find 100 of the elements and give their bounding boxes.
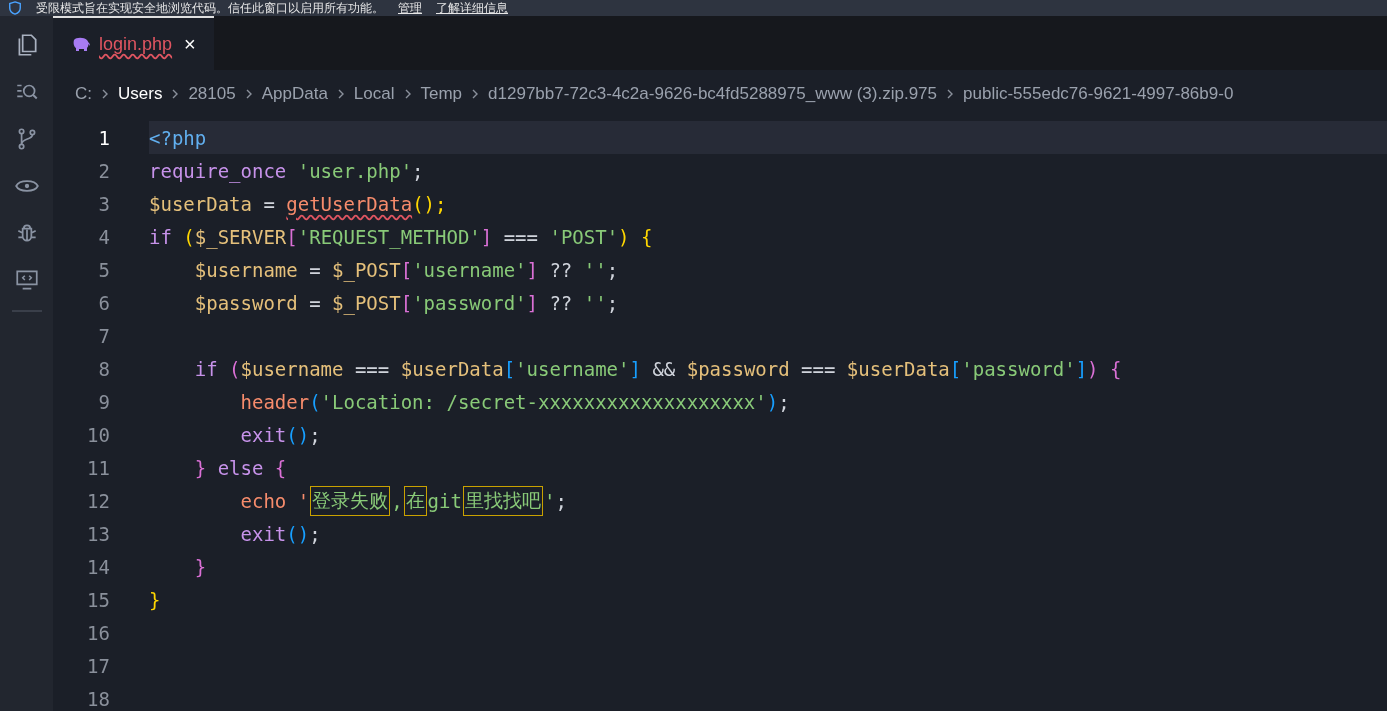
code-token: = <box>308 258 322 281</box>
code-token: else <box>217 456 265 479</box>
code-token: ; <box>309 522 321 545</box>
code-token: 'POST' <box>549 225 619 248</box>
code-token: 'password' <box>961 357 1076 380</box>
code-token: 'user.php' <box>297 159 413 182</box>
code-token: } <box>193 456 208 479</box>
code-token: 'password' <box>412 291 527 314</box>
code-token: ( <box>309 390 321 413</box>
code-token: [ <box>286 225 298 248</box>
close-button[interactable]: × <box>180 32 200 56</box>
code-token: '' <box>583 291 607 314</box>
code-token: if <box>149 225 173 248</box>
code-token: echo ' <box>239 489 310 512</box>
banner-link[interactable]: 管理 <box>398 0 422 16</box>
breadcrumb-item[interactable]: C: <box>75 83 92 104</box>
breadcrumb-item[interactable]: d1297bb7-72c3-4c2a-9626-bc4fd5288975_www (3).zip.975 <box>488 83 937 104</box>
code-token: ; <box>606 258 619 281</box>
code-token: git <box>427 489 462 512</box>
code-token: ; <box>412 159 424 182</box>
code-token: $password <box>193 291 298 314</box>
code-token: ' <box>543 489 556 512</box>
code-token: 'username' <box>412 258 527 281</box>
breadcrumb-item[interactable]: AppData <box>261 83 328 104</box>
code-token: $password <box>686 357 790 380</box>
code-token: , <box>391 489 403 512</box>
code-token: ; <box>778 390 790 413</box>
editor-tab[interactable]: login.php × <box>53 16 214 70</box>
code-token: () <box>286 522 310 545</box>
code-token: () <box>286 423 310 446</box>
restricted-mode-message: 受限模式旨在实现安全地浏览代码。信任此窗口以启用所有功能。 <box>36 0 384 16</box>
line-number: 3 <box>97 192 110 215</box>
code-token: ] <box>629 357 641 380</box>
remote-monitor-icon[interactable] <box>13 267 40 293</box>
line-number: 4 <box>97 225 110 248</box>
line-number: 11 <box>86 456 110 479</box>
code-token: 'REQUEST_METHOD' <box>297 225 481 248</box>
code-token: if <box>193 357 219 380</box>
line-number: 8 <box>97 357 110 380</box>
code-token: ) <box>766 390 779 413</box>
code-token: exit <box>239 423 287 446</box>
code-token: [ <box>400 291 413 314</box>
line-number: 18 <box>86 687 110 710</box>
code-token: === <box>502 225 539 248</box>
code-token: <?php <box>149 126 207 149</box>
code-token: ; <box>555 489 567 512</box>
code-token: getUserData <box>286 192 413 215</box>
line-number: 7 <box>97 324 110 347</box>
code-token: === <box>353 357 391 380</box>
line-number: 16 <box>86 621 110 644</box>
code-token: 里找找吧 <box>464 487 541 514</box>
line-number: 15 <box>86 588 110 611</box>
code-token: } <box>193 555 207 578</box>
code-token: ) { <box>1087 357 1122 380</box>
code-token: 登录失败 <box>312 487 389 514</box>
code-token: ; <box>309 423 321 446</box>
code-token: ?? <box>548 258 574 281</box>
code-token: require_once <box>149 159 288 182</box>
code-token: 'username' <box>515 357 630 380</box>
code-token: (); <box>412 192 447 215</box>
code-token: $_SERVER <box>194 225 287 248</box>
code-token: && <box>651 357 677 380</box>
code-token: [ <box>503 357 516 380</box>
line-number: 10 <box>86 423 110 446</box>
elephant-icon <box>71 37 91 51</box>
line-number: 1 <box>97 126 110 149</box>
code-token: ] <box>480 225 493 248</box>
line-number: 12 <box>86 489 110 512</box>
breadcrumb-item[interactable]: 28105 <box>188 83 236 104</box>
code-token: $_POST <box>332 258 401 281</box>
breadcrumb-item[interactable]: Local <box>353 83 395 104</box>
code-token: ?? <box>548 291 574 314</box>
banner-link[interactable]: 了解详细信息 <box>436 0 508 16</box>
code-token: header <box>239 390 310 413</box>
code-token: $username <box>240 357 344 380</box>
code-token: ] <box>526 258 538 281</box>
code-token: ) { <box>618 225 653 248</box>
code-token: $userData <box>400 357 504 380</box>
code-token: } <box>149 588 161 611</box>
line-number: 14 <box>86 555 110 578</box>
shield-icon <box>8 1 22 15</box>
breadcrumb-item[interactable]: Temp <box>420 83 463 104</box>
code-token: 在 <box>405 487 425 514</box>
code-token: [ <box>949 357 962 380</box>
code-token: = <box>262 192 276 215</box>
line-number: 9 <box>97 390 110 413</box>
code-token: { <box>274 456 287 479</box>
line-number: 6 <box>97 291 110 314</box>
line-number: 17 <box>86 654 110 677</box>
line-number: 2 <box>97 159 110 182</box>
code-token: $_POST <box>332 291 401 314</box>
breadcrumb-item[interactable]: Users <box>118 83 163 104</box>
line-number: 13 <box>86 522 110 545</box>
code-token: 'Location: /secret-xxxxxxxxxxxxxxxxxxx' <box>320 390 767 413</box>
code-token: [ <box>400 258 413 281</box>
code-token: ( <box>229 357 241 380</box>
code-token: $userData <box>149 192 252 215</box>
code-token: === <box>800 357 837 380</box>
code-token: $username <box>193 258 298 281</box>
breadcrumb-item[interactable]: public-555edc76-9621-4997-86b9-0 <box>963 83 1234 104</box>
